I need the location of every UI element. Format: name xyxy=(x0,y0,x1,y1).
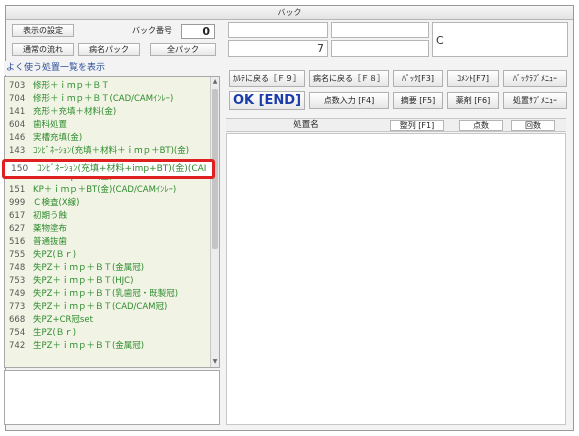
list-item[interactable]: 748 失PZ＋ｉｍｐ＋ＢＴ(金属冠) xyxy=(5,262,211,275)
item-code: 748 xyxy=(9,263,26,273)
scroll-down-icon[interactable]: ▼ xyxy=(211,357,219,367)
item-name: 失PZ＋ｉｍｐ＋ＢＴ(金属冠) xyxy=(33,263,145,273)
item-name: 失PZ＋ｉｍｐ＋ＢＴ(乳歯冠・既製冠) xyxy=(33,289,179,299)
pack-number-field[interactable]: 0 xyxy=(181,24,215,39)
list-item[interactable]: 516 普通抜歯 xyxy=(5,236,211,249)
item-code: 773 xyxy=(9,302,26,312)
comment-button[interactable]: ｺﾒﾝﾄ[F7] xyxy=(447,70,499,87)
disease-pack-button[interactable]: 病名パック xyxy=(78,43,140,56)
item-code: 627 xyxy=(9,224,26,234)
item-code: 668 xyxy=(9,315,26,325)
list-item[interactable]: 143 ｺﾝﾋﾞﾈｰｼｮﾝ(充填＋材料＋ｉｍｐ＋BT)(金) xyxy=(5,145,211,158)
display-settings-button[interactable]: 表示の設定 xyxy=(12,24,74,37)
item-name: 失PZ＋ｉｍｐ＋ＢＴ(HJC) xyxy=(33,276,134,286)
item-code: 754 xyxy=(9,328,26,338)
list-scrollbar[interactable]: ▲ ▼ xyxy=(210,77,219,367)
back-to-disease-button[interactable]: 病名に戻る［Ｆ８］ xyxy=(309,70,389,87)
all-pack-button[interactable]: 全パック xyxy=(150,43,216,56)
item-name: 薬物塗布 xyxy=(33,224,68,234)
list-header[interactable]: よく使う処置一覧を表示 xyxy=(4,61,219,75)
item-name: 初期う蝕 xyxy=(33,211,68,221)
pack-number-label: バック番号 xyxy=(132,26,172,35)
item-name: 歯科処置 xyxy=(33,120,68,130)
procedure-grid[interactable] xyxy=(226,133,566,425)
ok-end-button[interactable]: OK [END] xyxy=(229,91,305,110)
list-item[interactable]: 999 Ｃ検査(X線) xyxy=(5,197,211,210)
list-item[interactable]: 704 修形＋ｉｍｐ＋ＢＴ(CAD/CAMｲﾝﾚｰ) xyxy=(5,93,211,106)
item-name: 生PZ＋ｉｍｐ＋ＢＴ(金属冠) xyxy=(33,341,145,351)
item-name: ｺﾝﾋﾞﾈｰｼｮﾝ(充填＋材料＋ｉｍｐ＋BT)(金) xyxy=(33,146,190,156)
pack-submenu-button[interactable]: ﾊﾞｯｸﾗﾌﾞﾒﾆｭｰ xyxy=(503,70,567,87)
item-name: 修形＋ｉｍｐ＋ＢＴ xyxy=(33,81,110,91)
scroll-up-icon[interactable]: ▲ xyxy=(211,77,219,87)
item-name: ｺﾝﾋﾞﾈｰｼｮﾝ(充填+材料+imp+BT)(金)(CAI xyxy=(37,164,207,174)
list-item[interactable]: 617 初期う蝕 xyxy=(5,210,211,223)
list-item[interactable]: 755 失PZ(Ｂｒ) xyxy=(5,249,211,262)
list-item[interactable]: 773 失PZ＋ｉｍｐ＋ＢＴ(CAD/CAM冠) xyxy=(5,301,211,314)
item-name: 生PZ(Ｂｒ) xyxy=(33,328,77,338)
item-name: 失PZ＋ｉｍｐ＋ＢＴ(CAD/CAM冠) xyxy=(33,302,168,312)
treatment-submenu-button[interactable]: 処置ｻﾌﾞﾒﾆｭｰ xyxy=(503,92,567,109)
item-code: 617 xyxy=(9,211,26,221)
back-to-chart-button[interactable]: ｶﾙﾃに戻る［Ｆ９］ xyxy=(229,70,305,87)
col-points[interactable]: 点数 xyxy=(459,120,503,131)
item-code: 742 xyxy=(9,341,26,351)
list-item[interactable]: 141 充形＋充填＋材料(金) xyxy=(5,106,211,119)
list-item[interactable]: 749 失PZ＋ｉｍｐ＋ＢＴ(乳歯冠・既製冠) xyxy=(5,288,211,301)
item-code: 151 xyxy=(9,185,26,195)
item-code: 999 xyxy=(9,198,26,208)
col-count[interactable]: 回数 xyxy=(511,120,555,131)
info-box-3 xyxy=(331,22,429,38)
list-item[interactable]: 668 失PZ+CR冠set xyxy=(5,314,211,327)
item-name: 実槽充填(金) xyxy=(33,133,83,143)
item-name: 失PZ+CR冠set xyxy=(33,315,93,325)
list-item[interactable]: 754 生PZ(Ｂｒ) xyxy=(5,327,211,340)
item-code: 150 xyxy=(11,164,29,174)
points-input-button[interactable]: 点数入力 [F4] xyxy=(309,92,389,109)
item-name: 普通抜歯 xyxy=(33,237,68,247)
item-name: 充形＋充填＋材料(金) xyxy=(33,107,117,117)
item-name: 修形＋ｉｍｐ＋ＢＴ(CAD/CAMｲﾝﾚｰ) xyxy=(33,94,174,104)
selected-list-item[interactable]: 150 ｺﾝﾋﾞﾈｰｼｮﾝ(充填+材料+imp+BT)(金)(CAI xyxy=(2,159,215,179)
item-code: 749 xyxy=(9,289,26,299)
procedure-list: 703 修形＋ｉｍｐ＋ＢＴ 704 修形＋ｉｍｐ＋ＢＴ(CAD/CAMｲﾝﾚｰ) 1… xyxy=(4,76,220,368)
info-box-4 xyxy=(331,40,429,57)
list-item[interactable]: 703 修形＋ｉｍｐ＋ＢＴ xyxy=(5,80,211,93)
window-title: バック xyxy=(6,6,573,20)
item-code: 755 xyxy=(9,250,26,260)
pack-button[interactable]: ﾊﾟｯｸ[F3] xyxy=(393,70,443,87)
list-item[interactable]: 742 生PZ＋ｉｍｐ＋ＢＴ(金属冠) xyxy=(5,340,211,353)
info-box-5: C xyxy=(432,22,568,57)
info-box-2: 7 xyxy=(228,40,328,57)
procedure-grid-header: 処置名 整列 [F1] 点数 回数 xyxy=(226,118,566,132)
item-code: 704 xyxy=(9,94,26,104)
drug-button[interactable]: 薬剤 [F6] xyxy=(447,92,499,109)
item-code: 604 xyxy=(9,120,26,130)
list-item[interactable]: 151 KP＋ｉｍｐ＋BT(金)(CAD/CAMｲﾝﾚｰ) xyxy=(5,184,211,197)
item-code: 141 xyxy=(9,107,26,117)
item-name: Ｃ検査(X線) xyxy=(33,198,80,208)
sort-button[interactable]: 整列 [F1] xyxy=(390,120,444,131)
info-box-1 xyxy=(228,22,328,38)
summary-button[interactable]: 摘要 [F5] xyxy=(393,92,443,109)
list-item[interactable]: 753 失PZ＋ｉｍｐ＋ＢＴ(HJC) xyxy=(5,275,211,288)
item-code: 703 xyxy=(9,81,26,91)
item-name: KP＋ｉｍｐ＋BT(金)(CAD/CAMｲﾝﾚｰ) xyxy=(33,185,177,195)
col-procedure-name: 処置名 xyxy=(293,120,319,130)
list-item[interactable]: 627 薬物塗布 xyxy=(5,223,211,236)
item-code: 753 xyxy=(9,276,26,286)
item-code: 146 xyxy=(9,133,26,143)
list-item[interactable]: 146 実槽充填(金) xyxy=(5,132,211,145)
item-code: 143 xyxy=(9,146,26,156)
list-item[interactable]: 604 歯科処置 xyxy=(5,119,211,132)
memo-area xyxy=(4,370,220,425)
item-code: 516 xyxy=(9,237,26,247)
normal-flow-button[interactable]: 通常の流れ xyxy=(12,43,74,56)
item-name: 失PZ(Ｂｒ) xyxy=(33,250,77,260)
